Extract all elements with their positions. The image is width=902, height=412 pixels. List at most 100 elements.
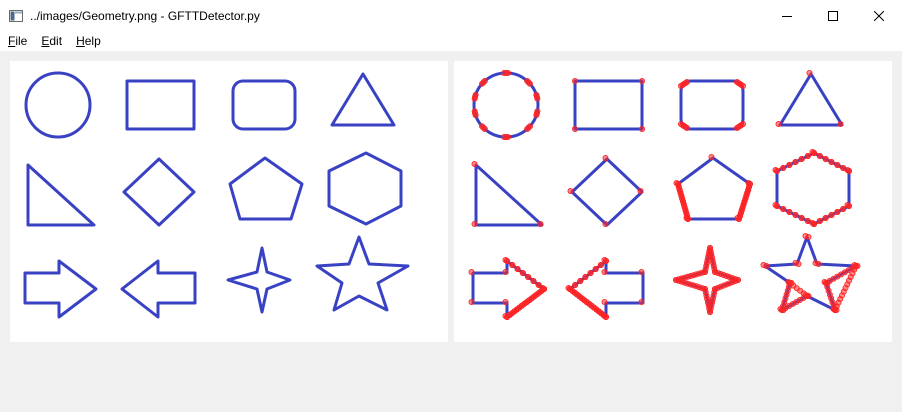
corner-keypoint [815,260,822,267]
corner-keypoint [638,77,645,84]
corner-keypoint [828,159,835,166]
close-icon [874,10,884,21]
corner-keypoint [468,298,475,305]
right-triangle-shape [474,163,544,227]
close-button[interactable] [856,0,902,31]
maximize-button[interactable] [810,0,856,31]
corner-keypoint [587,269,594,276]
corner-keypoint [602,220,609,227]
corner-keypoint [601,268,608,275]
corner-keypoint [602,155,609,162]
corner-keypoint [572,77,579,84]
menu-bar: File Edit Help [0,31,902,51]
corner-keypoint [567,285,574,292]
corner-keypoint [572,126,579,133]
corner-keypoint [816,217,823,224]
corner-keypoint [804,153,811,160]
corner-keypoint [780,165,787,172]
corner-keypoint [734,214,741,221]
corner-keypoint [780,205,787,212]
corner-keypoint [683,78,690,85]
detected-corners-image [468,69,861,320]
corner-keypoint [854,262,861,269]
menu-file-label: ile [15,34,28,48]
window-title: ../images/Geometry.png - GFTTDetector.py [30,8,260,23]
corner-keypoint [809,219,816,226]
original-image-view [10,61,448,342]
minimize-icon [782,15,792,17]
menu-help-label: elp [84,34,101,48]
corner-keypoint [828,211,835,218]
pentagon-shape [228,156,304,221]
corner-keypoint [572,281,579,288]
corner-keypoint [471,161,478,168]
corner-keypoint [824,279,831,286]
corner-keypoint [471,108,478,115]
corner-keypoint [683,214,690,221]
right-triangle-shape [26,163,96,227]
diamond-shape [122,157,196,227]
corner-keypoint [772,201,779,208]
corner-keypoint [638,268,645,275]
corner-keypoint [501,133,508,140]
corner-keypoint [471,220,478,227]
corner-keypoint [514,265,521,272]
corner-keypoint [786,208,793,215]
corner-keypoint [805,233,812,240]
corner-keypoint [805,292,812,299]
corner-keypoint [673,180,680,187]
corner-keypoint [530,277,537,284]
menu-edit-label: dit [49,34,63,48]
menu-file[interactable]: File [0,34,33,48]
title-bar[interactable]: ../images/Geometry.png - GFTTDetector.py [0,0,902,31]
corner-keypoint [706,244,713,251]
corner-keypoint [798,214,805,221]
corner-keypoint [597,261,604,268]
corner-keypoint [780,306,787,313]
corner-keypoint [541,285,548,292]
corner-keypoint [822,156,829,163]
corner-keypoint [535,281,542,288]
rounded-rectangle-shape [231,79,297,131]
menu-edit[interactable]: Edit [33,34,68,48]
corner-keypoint [763,262,770,269]
corner-keypoint [745,180,752,187]
rounded-rectangle-shape [679,79,745,131]
corner-keypoint [844,201,851,208]
corner-keypoint [481,78,488,85]
corner-keypoint [792,159,799,166]
minimize-button[interactable] [764,0,810,31]
corner-keypoint [602,257,609,264]
triangle-shape [330,72,396,127]
corner-keypoint [840,205,847,212]
corner-keypoint [509,261,516,268]
right-arrow-shape [23,259,98,319]
corner-keypoint [798,156,805,163]
window-icon[interactable] [8,8,24,24]
circle-shape [24,71,92,139]
right-arrow-shape [471,259,546,319]
corner-keypoint [775,121,782,128]
corner-keypoint [638,298,645,305]
corner-keypoint [526,80,533,87]
corner-keypoint [806,69,813,76]
corner-keypoint [733,125,740,132]
corner-keypoint [708,154,715,161]
corner-keypoint [786,162,793,169]
menu-help[interactable]: Help [68,34,107,48]
corner-keypoint [472,91,479,98]
corner-keypoint [834,162,841,169]
corner-keypoint [837,121,844,128]
corner-keypoint [816,153,823,160]
corner-keypoint [468,268,475,275]
corner-keypoint [502,298,509,305]
corner-keypoint [637,188,644,195]
five-point-star-shape [315,235,410,312]
rectangle-shape [573,79,644,131]
corner-keypoint [502,268,509,275]
corner-keypoint [504,70,511,77]
corner-keypoint [809,149,816,156]
triangle-shape [778,72,844,127]
detected-corners-image-view [454,61,892,342]
corner-keypoint [592,265,599,272]
